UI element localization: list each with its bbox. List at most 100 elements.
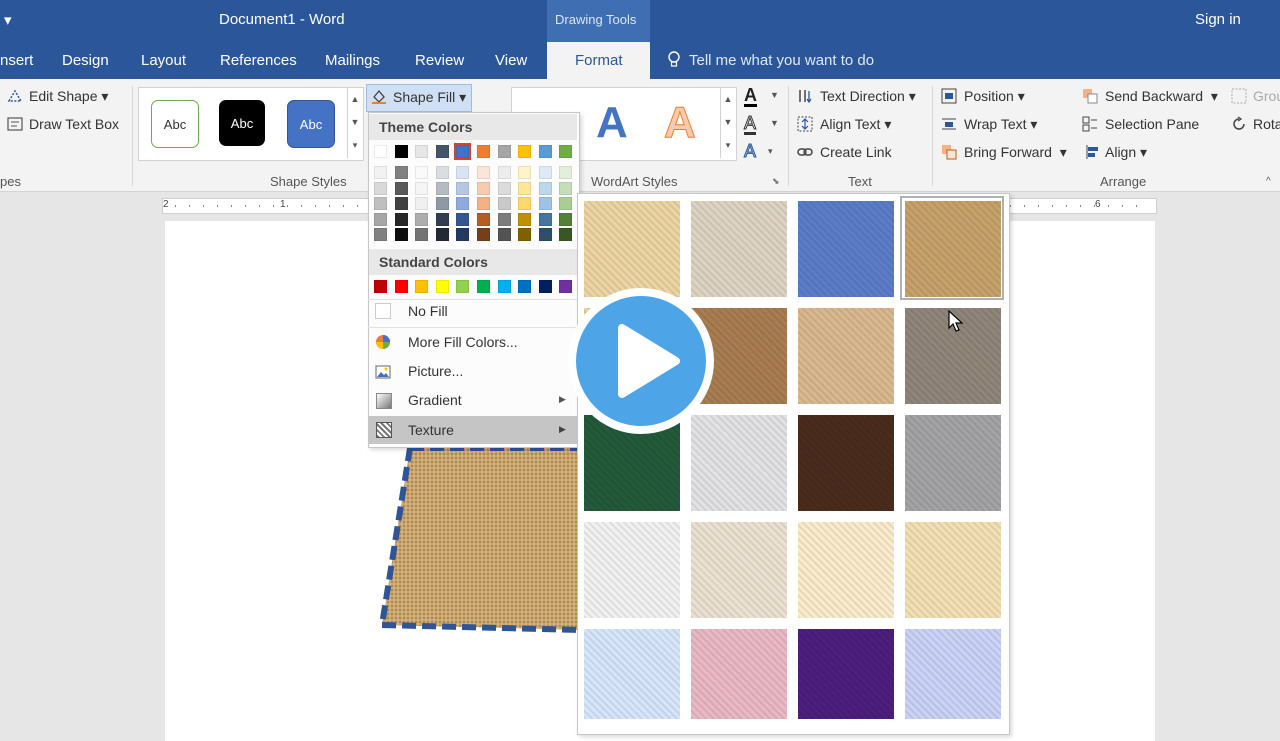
picture-item[interactable]: Picture... [408, 363, 463, 379]
theme-color-shade-swatch[interactable] [394, 228, 408, 241]
tab-insert[interactable]: nsert [0, 52, 33, 69]
theme-color-shade-swatch[interactable] [435, 166, 449, 179]
tell-me-search[interactable]: Tell me what you want to do [689, 52, 874, 69]
text-effects-icon[interactable]: A [743, 142, 756, 161]
theme-color-shade-swatch[interactable] [538, 197, 552, 210]
text-outline-icon[interactable]: A [743, 114, 757, 135]
theme-color-shade-swatch[interactable] [559, 197, 573, 210]
align-text-button[interactable]: Align Text ▾ [820, 116, 891, 133]
texture-swatch[interactable] [584, 629, 680, 719]
align-objects-button[interactable]: Align ▾ [1105, 144, 1147, 161]
theme-color-shade-swatch[interactable] [538, 228, 552, 241]
theme-color-shade-swatch[interactable] [435, 181, 449, 195]
theme-color-shade-swatch[interactable] [374, 197, 387, 210]
theme-color-shade-swatch[interactable] [415, 166, 429, 179]
theme-color-swatch[interactable] [518, 145, 532, 158]
theme-color-swatch[interactable] [415, 145, 429, 158]
texture-swatch[interactable] [798, 629, 894, 719]
theme-color-swatch[interactable] [374, 145, 387, 158]
shape-style-black[interactable]: Abc [219, 100, 265, 146]
texture-swatch[interactable] [798, 522, 894, 618]
texture-item-highlight[interactable] [369, 416, 577, 444]
theme-color-shade-swatch[interactable] [477, 197, 490, 210]
theme-color-swatch[interactable] [497, 145, 511, 158]
edit-shape-button[interactable]: Edit Shape ▾ [29, 88, 108, 105]
theme-color-shade-swatch[interactable] [538, 166, 552, 179]
standard-color-swatch[interactable] [374, 280, 387, 293]
no-fill-item[interactable]: No Fill [408, 303, 448, 319]
sign-in-link[interactable]: Sign in [1195, 11, 1241, 28]
theme-color-shade-swatch[interactable] [415, 197, 429, 210]
theme-color-swatch[interactable] [454, 143, 472, 160]
shape-style-blue[interactable]: Abc [287, 100, 335, 148]
shape-styles-scroll[interactable]: ▲ ▼ ▾ [347, 88, 362, 158]
theme-color-shade-swatch[interactable] [374, 181, 387, 195]
theme-color-shade-swatch[interactable] [497, 197, 511, 210]
theme-color-shade-swatch[interactable] [497, 181, 511, 195]
theme-color-shade-swatch[interactable] [374, 212, 387, 226]
theme-color-swatch[interactable] [477, 145, 490, 158]
theme-color-shade-swatch[interactable] [456, 166, 470, 179]
theme-color-shade-swatch[interactable] [415, 181, 429, 195]
bring-forward-button[interactable]: Bring Forward ▾ [964, 144, 1067, 161]
theme-color-shade-swatch[interactable] [559, 212, 573, 226]
text-fill-icon[interactable]: A [744, 86, 757, 107]
texture-swatch[interactable] [798, 201, 894, 297]
shape-style-outline[interactable]: Abc [151, 100, 199, 148]
send-backward-button[interactable]: Send Backward ▾ [1105, 88, 1218, 105]
text-direction-button[interactable]: Text Direction ▾ [820, 88, 916, 105]
more-fill-colors-item[interactable]: More Fill Colors... [408, 334, 518, 350]
standard-color-swatch[interactable] [497, 280, 511, 293]
theme-color-shade-swatch[interactable] [518, 166, 532, 179]
texture-swatch[interactable] [691, 415, 787, 511]
theme-color-shade-swatch[interactable] [394, 197, 408, 210]
standard-color-swatch[interactable] [477, 280, 490, 293]
standard-color-swatch[interactable] [559, 280, 573, 293]
tab-design[interactable]: Design [62, 52, 109, 69]
rotate-button[interactable]: Rota [1253, 116, 1280, 132]
standard-color-swatch[interactable] [518, 280, 532, 293]
texture-swatch[interactable] [905, 522, 1001, 618]
shape-fill-button[interactable]: Shape Fill ▾ [393, 89, 466, 106]
theme-color-shade-swatch[interactable] [518, 197, 532, 210]
theme-color-swatch[interactable] [538, 145, 552, 158]
theme-color-shade-swatch[interactable] [435, 212, 449, 226]
wordart-scroll[interactable]: ▲ ▼ ▾ [720, 88, 735, 158]
theme-color-shade-swatch[interactable] [374, 166, 387, 179]
theme-color-shade-swatch[interactable] [456, 212, 470, 226]
theme-color-shade-swatch[interactable] [374, 228, 387, 241]
theme-color-shade-swatch[interactable] [456, 197, 470, 210]
wrap-text-button[interactable]: Wrap Text ▾ [964, 116, 1037, 133]
theme-color-shade-swatch[interactable] [435, 228, 449, 241]
texture-swatch[interactable] [798, 415, 894, 511]
theme-color-swatch[interactable] [559, 145, 573, 158]
text-outline-dropdown-icon[interactable]: ▼ [770, 118, 779, 128]
standard-color-swatch[interactable] [538, 280, 552, 293]
group-objects-button[interactable]: Grou [1253, 88, 1280, 104]
quick-access-menu-icon[interactable]: ▾ [4, 11, 12, 29]
theme-color-shade-swatch[interactable] [415, 228, 429, 241]
texture-swatch[interactable] [905, 629, 1001, 719]
collapse-ribbon-icon[interactable]: ^ [1266, 176, 1271, 187]
theme-color-shade-swatch[interactable] [518, 181, 532, 195]
wordart-dialog-launcher-icon[interactable]: ⬊ [772, 176, 780, 187]
theme-color-shade-swatch[interactable] [477, 181, 490, 195]
texture-swatch[interactable] [905, 415, 1001, 511]
theme-color-shade-swatch[interactable] [559, 228, 573, 241]
theme-color-shade-swatch[interactable] [435, 197, 449, 210]
selection-pane-button[interactable]: Selection Pane [1105, 116, 1199, 132]
theme-color-shade-swatch[interactable] [394, 166, 408, 179]
text-fill-dropdown-icon[interactable]: ▼ [770, 90, 779, 100]
theme-color-shade-swatch[interactable] [477, 228, 490, 241]
theme-color-shade-swatch[interactable] [497, 212, 511, 226]
texture-item[interactable]: Texture [408, 422, 454, 438]
standard-color-swatch[interactable] [435, 280, 449, 293]
wordart-style-orange[interactable]: A [664, 98, 697, 148]
tab-mailings[interactable]: Mailings [325, 52, 380, 69]
theme-color-shade-swatch[interactable] [538, 181, 552, 195]
texture-swatch[interactable] [691, 629, 787, 719]
gradient-item[interactable]: Gradient [408, 392, 462, 408]
theme-color-shade-swatch[interactable] [518, 212, 532, 226]
texture-swatch[interactable] [798, 308, 894, 404]
theme-color-shade-swatch[interactable] [456, 228, 470, 241]
